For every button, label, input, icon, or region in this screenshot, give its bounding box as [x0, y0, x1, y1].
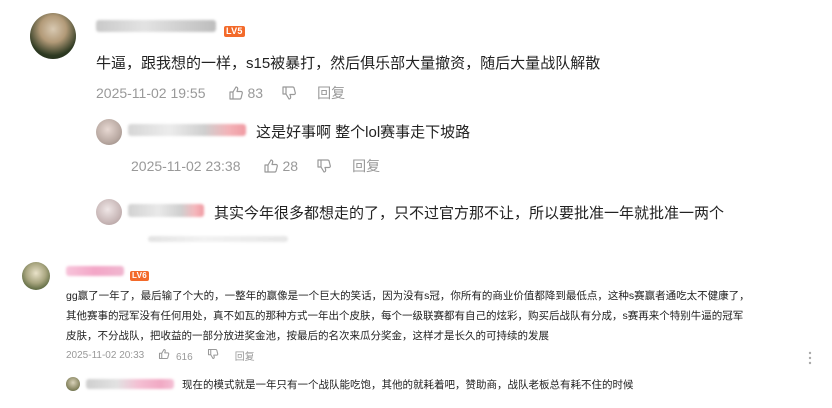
more-dots-icon[interactable]: [808, 351, 812, 365]
thumbs-up-icon: [228, 86, 243, 100]
avatar[interactable]: [30, 13, 76, 59]
comment-text-line: 皮肤，不分战队，把收益的一部分放进奖金池，按最后的名次来瓜分奖金，这样才是长久的…: [66, 330, 549, 342]
thumbs-down-icon: [317, 159, 332, 173]
comment-text: 牛逼，跟我想的一样，s15被暴打，然后俱乐部大量撤资，随后大量战队解散: [96, 55, 601, 72]
thumbs-down-icon: [282, 86, 297, 100]
comment-meta: 2025-11-02 20:33 616 回复: [66, 348, 255, 363]
thumbs-up-icon: [263, 159, 278, 173]
like-count: 83: [247, 85, 264, 101]
avatar[interactable]: [66, 377, 80, 391]
avatar[interactable]: [96, 119, 122, 145]
comment-meta: 2025-11-02 19:55 83 回复: [96, 83, 345, 103]
dislike-button[interactable]: [281, 85, 297, 101]
username[interactable]: [128, 124, 246, 136]
reply-button[interactable]: 回复: [352, 156, 380, 176]
comment-text-line: 其他赛事的冠军没有任何用处，真不如瓦的那种方式一年出个皮肤，每个一级联赛都有自己…: [66, 310, 744, 322]
reply-text: 这是好事啊 整个lol赛事走下坡路: [256, 124, 471, 141]
like-button[interactable]: 83: [228, 85, 264, 101]
level-badge-text: LV5: [224, 26, 245, 37]
comment-text: gg赢了一年了，最后输了个大的，一整年的赢像是一个巨大的笑话，因为没有s冠，你所…: [66, 286, 828, 346]
comment-text-line: gg赢了一年了，最后输了个大的，一整年的赢像是一个巨大的笑话，因为没有s冠，你所…: [66, 290, 750, 302]
level-badge: LV6: [130, 265, 149, 283]
thumbs-down-icon: [207, 348, 218, 360]
like-count: 28: [282, 158, 299, 174]
avatar[interactable]: [96, 199, 122, 225]
like-count: 616: [176, 352, 193, 363]
like-button[interactable]: 28: [263, 158, 299, 174]
reply-meta: 2025-11-02 23:38 28 回复: [131, 156, 380, 176]
dislike-button[interactable]: [207, 348, 219, 363]
reply-button[interactable]: 回复: [317, 83, 345, 103]
reply-text: 现在的模式就是一年只有一个战队能吃饱，其他的就耗着吧，赞助商，战队老板总有耗不住…: [182, 379, 634, 391]
username[interactable]: [128, 204, 204, 217]
dislike-button[interactable]: [316, 158, 332, 174]
username[interactable]: [96, 20, 216, 32]
timestamp: 2025-11-02 23:38: [131, 158, 241, 174]
avatar[interactable]: [22, 262, 50, 290]
timestamp: 2025-11-02 19:55: [96, 85, 206, 101]
level-badge: LV5: [224, 21, 245, 39]
timestamp: 2025-11-02 20:33: [66, 350, 145, 361]
username[interactable]: [66, 266, 124, 276]
truncated-line: [148, 236, 288, 242]
thumbs-up-icon: [159, 348, 170, 360]
level-badge-text: LV6: [130, 271, 149, 281]
reply-text: 其实今年很多都想走的了，只不过官方那不让，所以要批准一年就批准一两个: [214, 205, 725, 222]
username[interactable]: [86, 379, 174, 389]
reply-button[interactable]: 回复: [235, 348, 255, 363]
like-button[interactable]: 616: [158, 348, 193, 363]
